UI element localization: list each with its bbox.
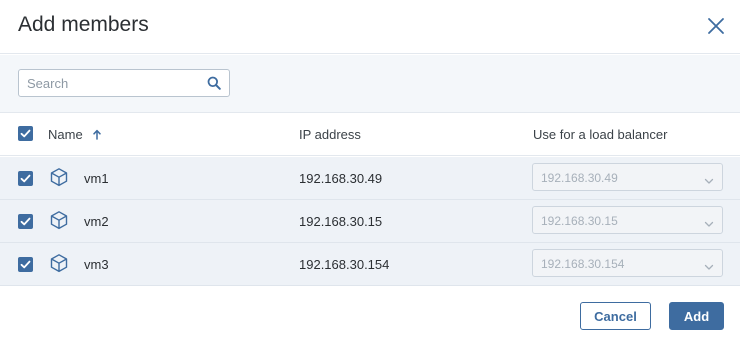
vm-name: vm3 <box>84 257 109 272</box>
chevron-down-icon <box>704 173 714 184</box>
vm-ip-address: 192.168.30.15 <box>299 214 383 229</box>
table-row[interactable]: vm3 192.168.30.154 192.168.30.154 <box>0 243 740 286</box>
load-balancer-ip-select[interactable]: 192.168.30.49 <box>532 163 723 191</box>
table-row[interactable]: vm2 192.168.30.15 192.168.30.15 <box>0 200 740 243</box>
search-icon[interactable] <box>207 76 221 90</box>
load-balancer-ip-select[interactable]: 192.168.30.15 <box>532 206 723 234</box>
table-row[interactable]: vm1 192.168.30.49 192.168.30.49 <box>0 157 740 200</box>
search-box <box>18 69 230 97</box>
sort-ascending-icon[interactable] <box>93 128 102 143</box>
dialog-title: Add members <box>18 13 149 36</box>
load-balancer-ip-value: 192.168.30.15 <box>541 214 618 228</box>
column-header-name[interactable]: Name <box>48 127 102 143</box>
search-input[interactable] <box>19 70 199 96</box>
select-all-checkbox[interactable] <box>18 126 33 141</box>
vm-name: vm2 <box>84 214 109 229</box>
vm-ip-address: 192.168.30.154 <box>299 257 390 272</box>
vm-cube-icon <box>49 210 69 230</box>
column-header-load-balancer[interactable]: Use for a load balancer <box>533 127 667 142</box>
cancel-button[interactable]: Cancel <box>580 302 651 330</box>
add-button[interactable]: Add <box>669 302 724 330</box>
row-checkbox[interactable] <box>18 214 33 229</box>
toolbar <box>0 55 740 113</box>
dialog-header: Add members <box>0 0 740 54</box>
close-icon[interactable] <box>706 16 726 36</box>
vm-name: vm1 <box>84 171 109 186</box>
table-header: Name IP address Use for a load balancer <box>0 113 740 156</box>
vm-ip-address: 192.168.30.49 <box>299 171 383 186</box>
dialog-footer: Cancel Add <box>0 286 740 338</box>
column-header-name-label: Name <box>48 127 83 142</box>
chevron-down-icon <box>704 259 714 270</box>
chevron-down-icon <box>704 216 714 227</box>
column-header-ip[interactable]: IP address <box>299 127 361 142</box>
load-balancer-ip-value: 192.168.30.154 <box>541 257 625 271</box>
row-checkbox[interactable] <box>18 171 33 186</box>
load-balancer-ip-value: 192.168.30.49 <box>541 171 618 185</box>
row-checkbox[interactable] <box>18 257 33 272</box>
add-members-dialog: Add members Name IP ad <box>0 0 740 338</box>
load-balancer-ip-select[interactable]: 192.168.30.154 <box>532 249 723 277</box>
vm-cube-icon <box>49 167 69 187</box>
vm-cube-icon <box>49 253 69 273</box>
